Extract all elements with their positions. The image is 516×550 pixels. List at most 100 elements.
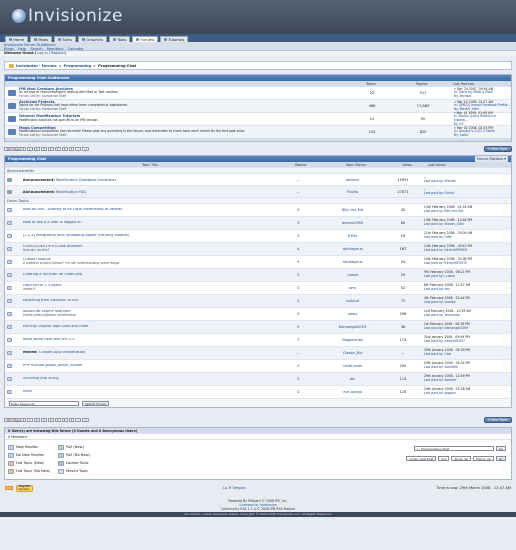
jump-go-button[interactable]: Go [495,446,506,451]
topic-starter[interactable]: sxitaud [320,299,385,303]
last-post-line[interactable]: By: Justin [454,133,495,138]
last-action-author[interactable]: Last post by: j.rosse [424,274,511,279]
last-action-author[interactable]: Last post by: Cbiz [424,352,511,357]
last-action-author[interactable]: Last post by: Soulfaith [424,365,511,370]
last-action-author[interactable]: Last post by: KindreDPOSTE [424,261,511,266]
pages-dropdown[interactable]: 400 Pages ▾ [4,418,26,422]
page-link[interactable]: 6 [61,418,68,422]
page-link[interactable]: 2 [33,147,40,151]
topic-link[interactable]: switching from vBulletin to IPB [23,299,78,302]
last-action-author[interactable]: Last post by: gigginz [424,391,511,396]
breadcrumb-home[interactable]: Invisionize - Forums [16,62,57,70]
topic-status-icon[interactable] [5,286,15,290]
page-link[interactable]: 4 [47,147,54,151]
topic-replies[interactable]: 3 [276,390,320,394]
page-link[interactable]: 3 [40,418,47,422]
topic-replies[interactable]: -- [276,351,320,355]
announcement-link[interactable]: Modification Database Guidelines [56,178,116,182]
topic-status-icon[interactable] [5,377,15,381]
topic-status-icon[interactable] [5,325,15,329]
topic-replies[interactable]: 7 [276,338,320,342]
tab-mods[interactable]: Mods [30,36,53,42]
register-link[interactable]: Register [51,51,65,55]
topic-link[interactable]: [1.2.3] Integrating Java Uploading Apple… [23,234,129,237]
topics-filter-select[interactable]: Topics: All [473,456,494,461]
tab-forums[interactable]: Forums [132,36,159,42]
topic-starter[interactable]: nicetrusser [320,364,385,368]
topic-replies[interactable]: 3 [276,364,320,368]
login-link[interactable]: Log In [37,51,47,55]
topic-link[interactable]: mod! [23,390,32,393]
last-action-author[interactable]: Last post by: FizzVo [424,191,511,196]
topic-starter[interactable]: Daggerman [320,338,385,342]
topic-replies[interactable]: 4 [276,247,320,251]
sort-direction-select[interactable]: Z-A [438,456,450,461]
calendar-link[interactable]: Calendar [68,47,84,51]
topic-starter[interactable]: R3Dx [320,234,385,238]
breadcrumb-programming[interactable]: Programming [64,62,92,70]
topic-starter[interactable]: Billy the Kid [320,208,385,212]
topic-replies[interactable]: 3 [276,234,320,238]
announcement-link[interactable]: Modification FAQ [56,190,86,194]
tab-tutorials[interactable]: Tutorials [160,36,189,42]
topic-replies[interactable]: 3 [276,312,320,316]
last-page-link[interactable]: »| [82,418,90,422]
topic-status-icon[interactable] [5,299,15,303]
topic-link[interactable]: How to see if a user is logged in? [23,221,83,224]
rss-icon[interactable]: RSS [5,486,13,490]
last-action-author[interactable]: Last post by: Yourscoan [424,313,511,318]
page-link[interactable]: 5 [54,147,61,151]
last-post-line[interactable]: By: tecnoof [454,94,493,99]
paypal-donate-button[interactable]: PayPal Donate [15,484,33,492]
topic-replies[interactable]: 5 [276,325,320,329]
last-action-author[interactable]: Last post by: eez [424,287,511,292]
topic-replies[interactable]: 3 [276,377,320,381]
topic-replies[interactable]: 3 [276,208,320,212]
last-action-author[interactable]: Last post by: KindreDPOKER [424,248,511,253]
topic-replies[interactable]: 3 [276,299,320,303]
tab-skins[interactable]: Skins [54,36,77,42]
topic-status-icon[interactable] [5,234,15,238]
topic-link[interactable]: including php string [23,377,59,380]
topic-replies[interactable]: 3 [276,286,320,290]
topic-status-icon[interactable] [5,312,15,316]
announcement-starter[interactable]: bfarber [320,178,385,182]
search-input[interactable]: Enter Keywords [9,400,79,406]
page-link[interactable]: 7 [68,418,75,422]
topic-starter[interactable]: rahdiayeus [320,247,385,251]
forum-options-button[interactable]: Forum Options ▾ [474,156,508,162]
show-filter-select[interactable]: Show: All [451,456,472,461]
jump-to-forum-select[interactable]: |-- Programming Chat [413,446,494,451]
page-link[interactable]: 3 [40,147,47,151]
search-forum-button[interactable]: Search Forum [82,400,109,406]
tab-tools[interactable]: Tools [109,36,131,42]
sort-go-button[interactable]: Go [495,456,506,461]
last-action-author[interactable]: Last post by: Billy the Kid [424,209,511,214]
topic-status-icon[interactable] [5,364,15,368]
topic-starter[interactable]: rahdiayeus [320,260,385,264]
new-topic-button[interactable]: ✎ New Topic [483,146,512,152]
topic-link[interactable]: Custom AJAX Modification [39,351,85,354]
topic-starter[interactable]: Kamangat2003 [320,325,385,329]
last-action-author[interactable]: Last post by: Hilfe [424,235,511,240]
last-action-author[interactable]: Last post by: Kamangat2009 [424,326,511,331]
new-topic-button[interactable]: ✎ New Topic [483,417,512,423]
last-action-author[interactable]: Last post by: bimmer [424,378,511,383]
topic-status-icon[interactable] [5,208,15,212]
page-link[interactable]: 1 [26,418,33,422]
page-link[interactable]: 7 [68,147,75,151]
last-page-link[interactable]: »| [82,147,90,151]
page-link[interactable]: 6 [61,147,68,151]
topic-status-icon[interactable] [5,351,15,355]
tab-home[interactable]: Home [5,36,29,42]
topic-starter[interactable]: ami [320,286,385,290]
topic-link[interactable]: Now on this - Looking to all Local Adver… [23,208,122,211]
topic-status-icon[interactable] [5,273,15,277]
page-link[interactable]: 2 [33,418,40,422]
topic-starter[interactable]: dhl [320,377,385,381]
topic-status-icon[interactable] [5,338,15,342]
topic-link[interactable]: PHP Include global_board_header [23,364,83,367]
tab-graphics[interactable]: Graphics [78,36,108,42]
lofi-version-link[interactable]: Lo-Fi Version [223,486,246,490]
topic-link[interactable]: Creating a function for index.php [23,273,83,276]
